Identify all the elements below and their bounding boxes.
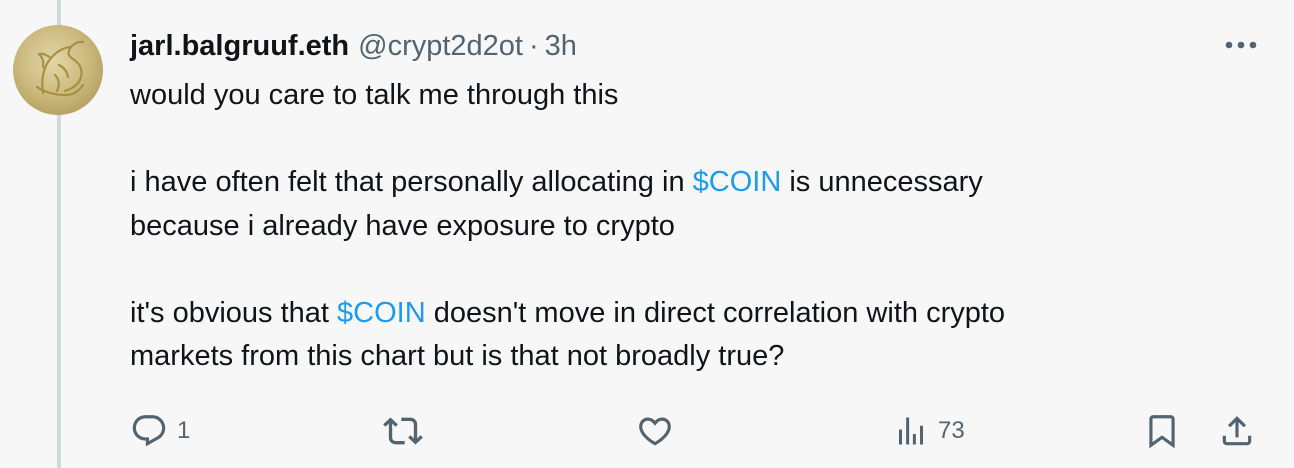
- text-segment: doesn't move in direct correlation with …: [425, 296, 1006, 329]
- views-button[interactable]: 73: [893, 409, 965, 453]
- action-bar: 1 73: [0, 409, 1294, 453]
- separator-dot: ·: [529, 29, 539, 62]
- more-icon: [1225, 41, 1257, 49]
- heart-icon: [639, 417, 671, 446]
- reply-count: 1: [177, 417, 191, 444]
- tweet-line: because i already have exposure to crypt…: [130, 209, 675, 242]
- views-count: 73: [938, 417, 965, 444]
- retweet-button[interactable]: [383, 409, 423, 453]
- views-icon: [899, 417, 923, 445]
- reply-icon: [132, 415, 166, 447]
- tweet-line: i have often felt that personally alloca…: [130, 161, 1250, 205]
- cashtag-link[interactable]: $COIN: [693, 166, 782, 198]
- display-name[interactable]: jarl.balgruuf.eth: [130, 30, 349, 63]
- text-segment: is unnecessary: [781, 166, 983, 198]
- tweet-line: it's obvious that $COIN doesn't move in …: [130, 292, 1250, 336]
- tweet-text: would you care to talk me through this i…: [130, 74, 1250, 379]
- bookmark-button[interactable]: [1143, 409, 1181, 453]
- more-button[interactable]: [1222, 30, 1260, 60]
- avatar[interactable]: [13, 25, 103, 115]
- like-button[interactable]: [636, 409, 674, 453]
- avatar-emblem-icon: [35, 40, 85, 97]
- text-segment: it's obvious that: [130, 296, 338, 329]
- bookmark-icon: [1149, 415, 1175, 449]
- share-icon: [1222, 416, 1252, 446]
- text-segment: i have often felt that personally alloca…: [130, 166, 693, 198]
- tweet-header: jarl.balgruuf.eth @crypt2d2ot · 3h: [130, 24, 577, 68]
- user-handle[interactable]: @crypt2d2ot: [358, 30, 523, 63]
- reply-button[interactable]: 1: [130, 409, 190, 453]
- tweet-line: markets from this chart but is that not …: [130, 340, 785, 372]
- retweet-icon: [383, 417, 423, 445]
- tweet-line: would you care to talk me through this: [130, 79, 619, 111]
- share-button[interactable]: [1218, 409, 1256, 453]
- timestamp[interactable]: 3h: [545, 30, 577, 63]
- cashtag-link[interactable]: $COIN: [337, 297, 426, 329]
